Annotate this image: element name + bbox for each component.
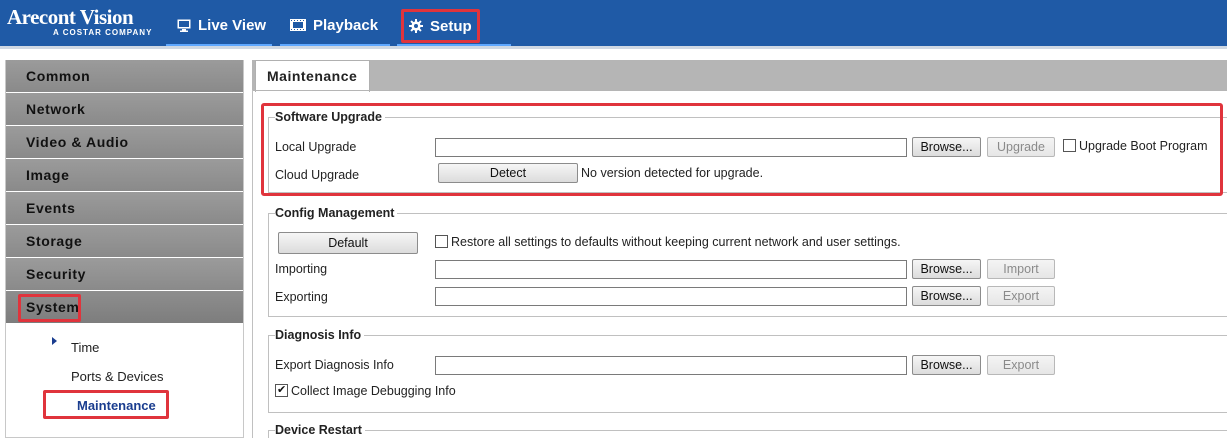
nav-underline-live [166,44,272,46]
tab-maintenance[interactable]: Maintenance [255,60,370,92]
export-diagnosis-label: Export Diagnosis Info [275,358,394,372]
importing-label: Importing [275,262,328,276]
tab-playback-label: Playback [313,16,379,34]
import-button[interactable]: Import [987,259,1055,279]
import-browse-button[interactable]: Browse... [912,259,981,279]
monitor-icon [177,19,191,32]
sidebar-item-network[interactable]: Network [6,93,243,126]
maintenance-highlight-box [43,390,169,419]
brand-subtitle: A COSTAR COMPANY [53,28,153,37]
diagnosis-file-field[interactable] [435,356,907,375]
sidebar-item-events[interactable]: Events [6,192,243,225]
device-restart-frame [268,430,1227,438]
default-button[interactable]: Default [278,232,418,254]
sidebar-item-security[interactable]: Security [6,258,243,291]
sidebar-item-system[interactable]: System [6,291,243,324]
sidebar-subitem-time[interactable]: Time [71,340,99,355]
sidebar-item-image[interactable]: Image [6,159,243,192]
gear-icon [409,19,423,33]
nav-underline-playback [280,44,390,46]
config-management-title: Config Management [275,206,398,220]
film-icon [290,19,306,31]
diagnosis-browse-button[interactable]: Browse... [912,355,981,375]
selected-arrow-icon [52,337,57,345]
tab-divider [252,90,1227,91]
brand-name: Arecont Vision [7,5,134,29]
tab-setup-label: Setup [430,17,472,35]
sidebar-item-common[interactable]: Common [6,60,243,93]
brand-logo: Arecont Vision A COSTAR COMPANY [7,6,152,38]
sidebar-subitem-ports-devices[interactable]: Ports & Devices [71,369,163,384]
tab-live-view-label: Live View [198,16,267,34]
tab-setup[interactable]: Setup [401,9,480,43]
export-diagnosis-button[interactable]: Export [987,355,1055,375]
export-browse-button[interactable]: Browse... [912,286,981,306]
nav-underline-setup [397,44,511,46]
content-tab-strip [252,60,1227,90]
sidebar-item-video-audio[interactable]: Video & Audio [6,126,243,159]
diagnosis-info-title: Diagnosis Info [275,328,365,342]
export-config-button[interactable]: Export [987,286,1055,306]
content-border [252,90,253,438]
tab-playback[interactable]: Playback [290,8,378,42]
collect-debug-label: Collect Image Debugging Info [291,384,456,398]
restore-defaults-label: Restore all settings to defaults without… [451,235,901,249]
collect-debug-checkbox[interactable] [275,383,288,397]
restore-defaults-checkbox[interactable] [435,235,448,248]
tab-live-view[interactable]: Live View [177,8,266,42]
import-file-field[interactable] [435,260,907,279]
export-file-field[interactable] [435,287,907,306]
top-header: Arecont Vision A COSTAR COMPANY Live Vie… [0,0,1227,49]
device-restart-title: Device Restart [275,423,365,437]
exporting-label: Exporting [275,290,328,304]
system-highlight-box [18,294,81,322]
sidebar-item-storage[interactable]: Storage [6,225,243,258]
software-upgrade-highlight-box [261,103,1223,196]
